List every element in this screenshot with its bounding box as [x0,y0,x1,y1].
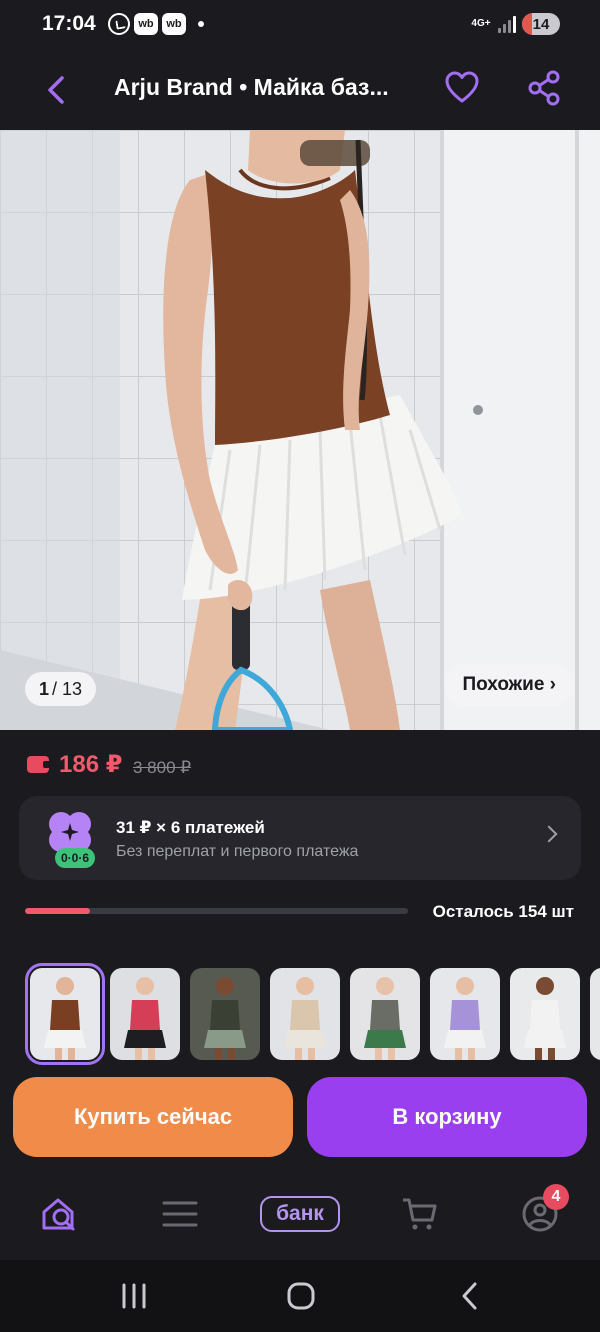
status-time: 17:04 [42,12,96,35]
similar-button[interactable]: Похожие › [444,664,574,706]
gallery-current: 1 [39,678,50,699]
installment-subtitle: Без переплат и первого платежа [116,843,359,860]
thumbnail-item[interactable] [110,968,180,1060]
thumbnail-item[interactable] [350,968,420,1060]
thumbnail-image [510,968,580,1060]
stock-remaining: Осталось 154 шт [432,902,574,921]
battery-level: 14 [532,15,550,33]
wb-app-icon: wb [162,13,186,35]
more-notifications-icon [198,21,204,27]
thumbnail-image [590,968,600,1060]
price-section: 186 ₽ 3 800 ₽ 0·0·6 31 ₽ × 6 платежей Бе… [0,730,600,942]
nav-home[interactable] [36,1190,84,1238]
price-current: 186 ₽ [59,751,123,778]
system-nav-bar [0,1260,600,1332]
thumbnail-item[interactable] [270,968,340,1060]
cart-icon [403,1198,437,1230]
thumbnail-image [350,968,420,1060]
installment-card[interactable]: 0·0·6 31 ₽ × 6 платежей Без переплат и п… [19,796,581,880]
installment-title: 31 ₽ × 6 платежей [116,818,265,837]
thumbnail-image [430,968,500,1060]
back-button[interactable] [36,70,76,110]
thumbnail-item[interactable] [25,963,105,1065]
chevron-right-icon [540,825,558,843]
thumbnail-item[interactable] [510,968,580,1060]
bottom-nav: банк 4 [0,1170,600,1260]
menu-icon [162,1201,198,1227]
thumbnail-strip[interactable] [0,956,600,1072]
back-nav-icon[interactable] [458,1281,482,1311]
price-old: 3 800 ₽ [133,758,192,777]
status-notifications: wb wb [108,13,204,35]
nav-cart[interactable] [396,1190,444,1238]
page-title: Arju Brand • Майка баз... [114,74,389,100]
share-button[interactable] [524,68,564,108]
product-screen: 17:04 wb wb 4G+ 14 Arju Brand • Майка ба… [0,0,600,1332]
split-tag: 0·0·6 [55,848,96,868]
chevron-left-icon [48,76,64,104]
stock-progress [25,908,408,914]
thumbnail-image [190,968,260,1060]
buy-now-button[interactable]: Купить сейчас [13,1077,293,1157]
heart-icon [445,71,479,103]
thumbnail-image [30,968,100,1060]
thumbnail-image [270,968,340,1060]
share-icon [528,70,560,106]
status-indicators: 4G+ 14 [470,13,560,35]
home-icon[interactable] [286,1281,316,1311]
product-photo[interactable]: 1 / 13 Похожие › [0,130,600,730]
status-bar: 17:04 wb wb 4G+ 14 [0,0,600,52]
thumbnail-item[interactable] [190,968,260,1060]
thumbnail-item[interactable] [430,968,500,1060]
whatsapp-icon [108,13,130,35]
gallery-counter: 1 / 13 [25,672,97,706]
add-to-cart-button[interactable]: В корзину [307,1077,587,1157]
signal-icon [498,15,516,33]
top-bar: Arju Brand • Майка баз... [0,52,600,130]
thumbnail-item[interactable] [590,968,600,1060]
favorite-button[interactable] [442,68,482,108]
wb-app-icon: wb [134,13,158,35]
recent-apps-icon[interactable] [118,1282,150,1310]
thumbnail-image [110,968,180,1060]
nav-bank[interactable]: банк [260,1196,340,1232]
nav-catalog[interactable] [156,1190,204,1238]
network-type: 4G+ [471,18,491,29]
profile-badge: 4 [543,1184,569,1210]
stock-progress-fill [25,908,91,914]
home-search-icon [42,1198,75,1231]
gallery-total: / 13 [52,678,83,699]
battery-icon: 14 [522,13,560,35]
wallet-icon [27,756,51,773]
product-photo-image [0,130,600,730]
